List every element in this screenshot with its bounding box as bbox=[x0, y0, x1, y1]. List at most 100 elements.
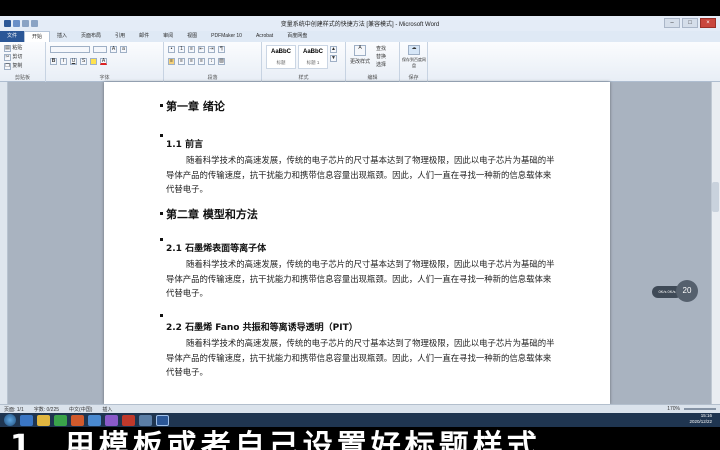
styles-up-icon[interactable]: ▲ bbox=[330, 46, 337, 53]
change-styles-group: A 更改样式 查找 替换 选择 编辑 bbox=[346, 42, 400, 82]
shading-icon[interactable]: ▨ bbox=[218, 58, 225, 65]
highlight-icon[interactable] bbox=[90, 58, 97, 65]
acrobat-icon[interactable] bbox=[122, 414, 135, 426]
font-label: 字体 bbox=[99, 75, 110, 81]
font-size-dropdown[interactable] bbox=[93, 46, 107, 53]
start-button[interactable] bbox=[4, 414, 16, 426]
select-button[interactable]: 选择 bbox=[376, 61, 386, 68]
underline-icon[interactable]: U bbox=[70, 58, 77, 65]
taskbar bbox=[0, 413, 720, 427]
italic-icon[interactable]: I bbox=[60, 58, 67, 65]
tab-file[interactable]: 文件 bbox=[0, 31, 25, 42]
increase-indent-icon[interactable]: ⇥ bbox=[208, 46, 215, 53]
section-2-1-heading[interactable]: 2.1 石墨烯表面等离子体 bbox=[166, 241, 266, 254]
multilevel-list-icon[interactable]: ≡ bbox=[188, 46, 195, 53]
app-icon[interactable] bbox=[71, 414, 84, 426]
style-title-button[interactable]: AaBbC 标题 bbox=[266, 45, 296, 69]
font-color-icon[interactable]: A bbox=[100, 58, 107, 65]
ie-icon[interactable] bbox=[20, 414, 33, 426]
find-button[interactable]: 查找 bbox=[376, 45, 386, 52]
title-bar: 变量系统中创建样式的快捷方法 [兼容模式] - Microsoft Word –… bbox=[0, 16, 720, 31]
baidu-cloud-icon[interactable]: ☁ bbox=[408, 45, 420, 55]
document-page[interactable]: 第一章 绪论 1.1 前言 随着科学技术的高速发展，传统的电子芯片的尺寸基本达到… bbox=[104, 82, 610, 404]
paragraph-group: • 1 ≡ ⇤ ⇥ ¶ ≡ ≡ ≡ ≡ ↕ ▨ 段落 bbox=[164, 42, 262, 82]
replace-button[interactable]: 替换 bbox=[376, 53, 386, 60]
styles-down-icon[interactable]: ▼ bbox=[330, 55, 337, 62]
paste-icon: ▤ bbox=[4, 45, 11, 52]
app-icon[interactable] bbox=[105, 414, 118, 426]
zoom-level[interactable]: 170% bbox=[667, 406, 680, 412]
app-icon[interactable] bbox=[88, 414, 101, 426]
editing-label: 编辑 bbox=[367, 75, 378, 81]
paragraph-label: 段落 bbox=[207, 75, 218, 81]
styles-label: 样式 bbox=[298, 75, 309, 81]
heading-marker bbox=[160, 212, 163, 215]
decrease-indent-icon[interactable]: ⇤ bbox=[198, 46, 205, 53]
paragraph-1[interactable]: 随着科学技术的高速发展，传统的电子芯片的尺寸基本达到了物理极限，因此以电子芯片为… bbox=[166, 153, 556, 197]
section-1-1-heading[interactable]: 1.1 前言 bbox=[166, 137, 203, 150]
grow-font-icon[interactable]: A bbox=[110, 46, 117, 53]
font-group: A a B I U S A 字体 bbox=[46, 42, 164, 82]
show-marks-icon[interactable]: ¶ bbox=[218, 46, 225, 53]
paste-button[interactable]: ▤ 粘贴 bbox=[4, 44, 22, 52]
numbering-icon[interactable]: 1 bbox=[178, 46, 185, 53]
window-title: 变量系统中创建样式的快捷方法 [兼容模式] - Microsoft Word bbox=[280, 22, 440, 28]
align-center-icon[interactable]: ≡ bbox=[178, 58, 185, 65]
line-spacing-icon[interactable]: ↕ bbox=[208, 58, 215, 65]
paragraph-3[interactable]: 随着科学技术的高速发展，传统的电子芯片的尺寸基本达到了物理极限，因此以电子芯片为… bbox=[166, 336, 556, 380]
align-left-icon[interactable]: ≡ bbox=[168, 58, 175, 65]
tab-review[interactable]: 审阅 bbox=[156, 31, 180, 42]
section-2-2-heading[interactable]: 2.2 石墨烯 Fano 共振和等离诱导透明（PIT） bbox=[166, 320, 358, 333]
video-subtitle: 1. 用模板或者自己设置好标题样式 bbox=[0, 427, 720, 450]
heading-marker bbox=[160, 314, 163, 317]
tab-mailings[interactable]: 邮件 bbox=[132, 31, 156, 42]
page-indicator[interactable]: 页面: 1/1 bbox=[4, 406, 24, 413]
maximize-button[interactable]: □ bbox=[682, 18, 698, 28]
window-controls: – □ × bbox=[664, 18, 716, 28]
close-button[interactable]: × bbox=[700, 18, 716, 28]
tab-acrobat[interactable]: Acrobat bbox=[249, 31, 280, 42]
change-styles-button[interactable]: 更改样式 bbox=[350, 58, 370, 65]
style-heading1-button[interactable]: AaBbC 标题 1 bbox=[298, 45, 328, 69]
word-taskbar-icon[interactable] bbox=[156, 414, 169, 426]
styles-group: AaBbC 标题 AaBbC 标题 1 ▲ ▼ 样式 bbox=[262, 42, 346, 82]
copy-button[interactable]: ❐ 复制 bbox=[4, 62, 22, 70]
minimize-button[interactable]: – bbox=[664, 18, 680, 28]
vertical-scrollbar[interactable] bbox=[711, 82, 720, 404]
speed-widget-badge[interactable]: 20 bbox=[676, 280, 698, 302]
insert-mode[interactable]: 插入 bbox=[102, 406, 112, 413]
explorer-icon[interactable] bbox=[37, 414, 50, 426]
heading-marker bbox=[160, 104, 163, 107]
cut-button[interactable]: ✂ 剪切 bbox=[4, 53, 22, 61]
change-styles-icon[interactable]: A bbox=[354, 45, 366, 56]
bold-icon[interactable]: B bbox=[50, 58, 57, 65]
font-name-dropdown[interactable] bbox=[50, 46, 90, 53]
cut-icon: ✂ bbox=[4, 54, 11, 61]
tab-home[interactable]: 开始 bbox=[24, 31, 51, 42]
tab-baidu[interactable]: 百度网盘 bbox=[280, 31, 314, 42]
shrink-font-icon[interactable]: a bbox=[120, 46, 127, 53]
tab-view[interactable]: 视图 bbox=[180, 31, 204, 42]
media-icon[interactable] bbox=[54, 414, 67, 426]
baidu-label: 保存 bbox=[408, 75, 419, 81]
align-right-icon[interactable]: ≡ bbox=[188, 58, 195, 65]
tab-page-layout[interactable]: 页面布局 bbox=[74, 31, 108, 42]
system-clock[interactable]: 15:16 2020/12/22 bbox=[689, 413, 712, 425]
chapter1-heading[interactable]: 第一章 绪论 bbox=[166, 98, 225, 114]
tab-insert[interactable]: 插入 bbox=[50, 31, 74, 42]
clipboard-label: 剪贴板 bbox=[14, 75, 30, 81]
word-count[interactable]: 字数: 0/225 bbox=[34, 406, 59, 413]
scrollbar-thumb[interactable] bbox=[712, 182, 719, 212]
clipboard-group: ▤ 粘贴 ✂ 剪切 ❐ 复制 剪贴板 bbox=[0, 42, 46, 82]
paragraph-2[interactable]: 随着科学技术的高速发展，传统的电子芯片的尺寸基本达到了物理极限，因此以电子芯片为… bbox=[166, 257, 556, 301]
bullets-icon[interactable]: • bbox=[168, 46, 175, 53]
chapter2-heading[interactable]: 第二章 模型和方法 bbox=[166, 206, 258, 222]
strikethrough-icon[interactable]: S bbox=[80, 58, 87, 65]
tab-pdfmaker[interactable]: PDFMaker 10 bbox=[204, 31, 249, 42]
zoom-slider[interactable] bbox=[684, 408, 716, 410]
tab-references[interactable]: 引用 bbox=[108, 31, 132, 42]
language-indicator[interactable]: 中文(中国) bbox=[69, 406, 92, 413]
save-to-baidu-button[interactable]: 保存到百度网盘 bbox=[402, 57, 426, 69]
justify-icon[interactable]: ≡ bbox=[198, 58, 205, 65]
app-icon[interactable] bbox=[139, 414, 152, 426]
